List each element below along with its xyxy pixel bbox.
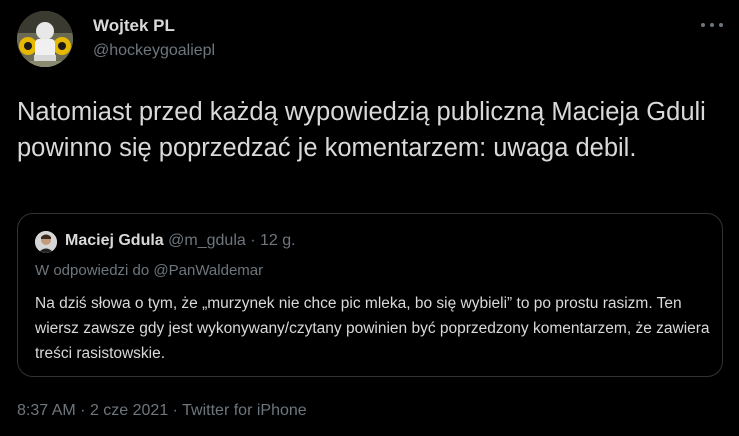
tweet-date[interactable]: 2 cze 2021: [90, 402, 168, 419]
quoted-reply-context: W odpowiedzi do @PanWaldemar: [35, 262, 263, 279]
quoted-author-handle[interactable]: @m_gdula: [168, 232, 246, 249]
more-dot: [701, 23, 705, 27]
quoted-tweet[interactable]: Maciej Gdula @m_gdula · 12 g. W odpowied…: [17, 213, 723, 377]
quoted-avatar-image: [35, 231, 57, 253]
more-icon[interactable]: [701, 20, 723, 30]
reply-to-link[interactable]: @PanWaldemar: [153, 262, 263, 279]
quoted-author-avatar[interactable]: [35, 231, 57, 253]
tweet-time[interactable]: 8:37 AM: [17, 402, 76, 419]
author-name[interactable]: Wojtek PL: [93, 16, 175, 36]
quoted-separator: ·: [250, 232, 256, 249]
tweet-text: Natomiast przed każdą wypowiedzią public…: [17, 98, 706, 162]
more-dot: [710, 23, 714, 27]
author-avatar[interactable]: [17, 11, 73, 67]
quoted-header: Maciej Gdula @m_gdula · 12 g.: [65, 232, 296, 250]
tweet-source[interactable]: Twitter for iPhone: [182, 402, 307, 419]
quoted-author-name[interactable]: Maciej Gdula: [65, 232, 164, 249]
more-dot: [719, 23, 723, 27]
quoted-age[interactable]: 12 g.: [260, 232, 296, 249]
goalie-avatar-image: [17, 11, 73, 67]
footer-separator: ·: [172, 402, 178, 419]
reply-prefix: W odpowiedzi do: [35, 262, 150, 279]
author-handle[interactable]: @hockeygoaliepl: [93, 42, 215, 60]
quoted-text: Na dziś słowa o tym, że „murzynek nie ch…: [35, 295, 710, 362]
tweet-footer: 8:37 AM · 2 cze 2021 · Twitter for iPhon…: [17, 402, 307, 420]
footer-separator: ·: [80, 402, 86, 419]
